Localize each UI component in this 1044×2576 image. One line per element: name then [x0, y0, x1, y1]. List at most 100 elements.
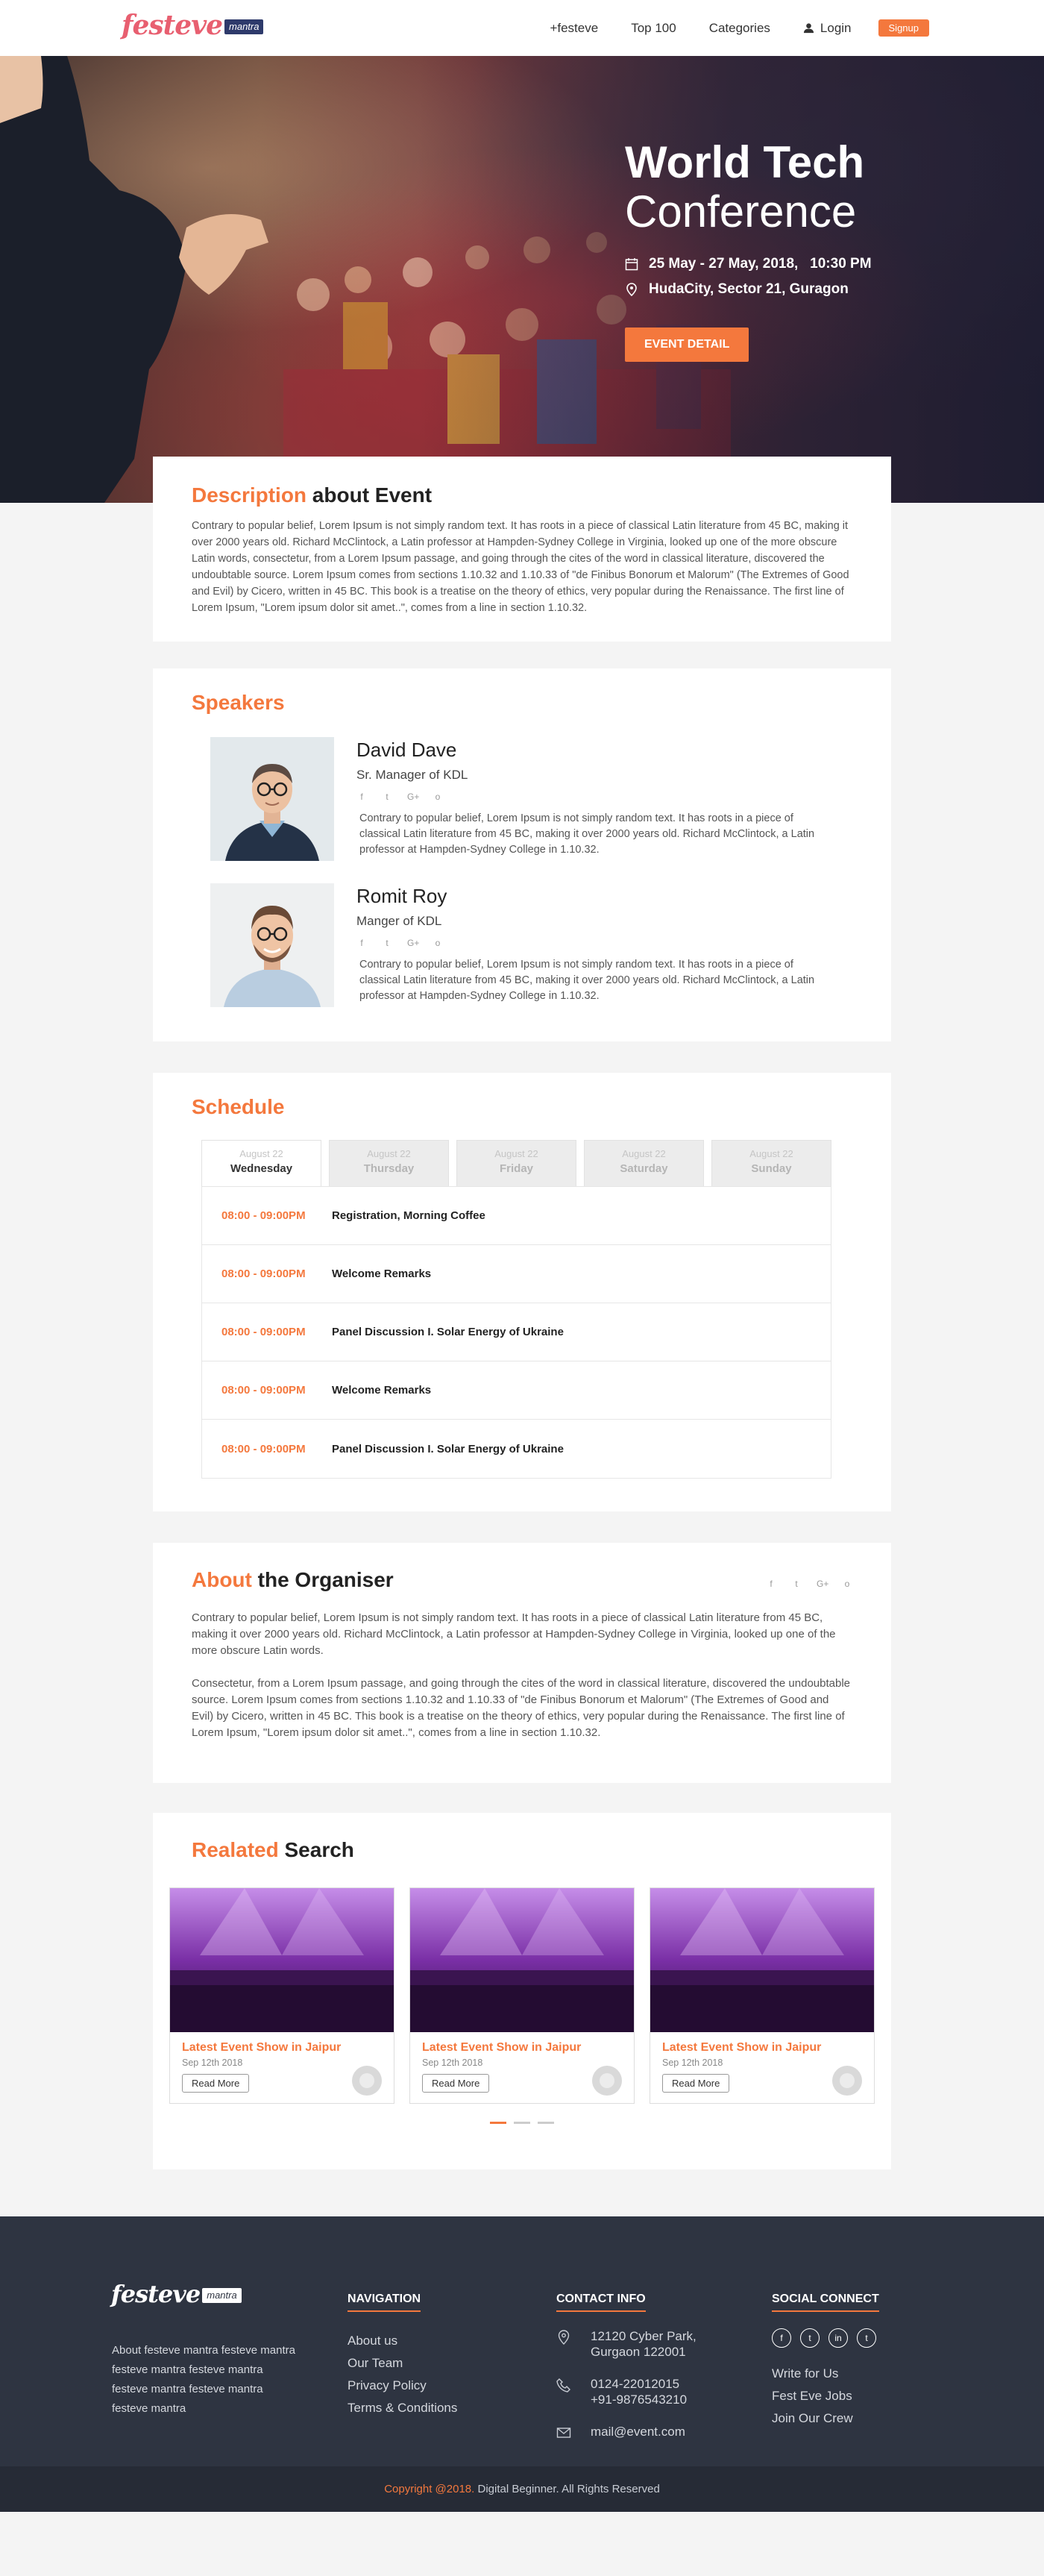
signup-button[interactable]: Signup — [878, 19, 929, 37]
footer-about: About festeve mantra festeve mantra fest… — [112, 2344, 295, 2415]
session-title: Welcome Remarks — [332, 1384, 432, 1397]
hero-content: World Tech Conference 25 May - 27 May, 2… — [625, 138, 872, 362]
twitter-icon[interactable]: t — [857, 2328, 876, 2348]
organiser-paragraph: Contrary to popular belief, Lorem Ipsum … — [192, 1611, 836, 1657]
description-title-rest: about Event — [306, 483, 433, 507]
phone-icon — [556, 2378, 570, 2392]
tab-day: Saturday — [620, 1162, 668, 1175]
tab-thursday[interactable]: August 22 Thursday — [329, 1140, 449, 1186]
speaker-name: Romit Roy — [356, 885, 447, 907]
footer-link-terms[interactable]: Terms & Conditions — [348, 2397, 457, 2419]
facebook-icon[interactable]: f — [356, 938, 367, 948]
session-title: Panel Discussion I. Solar Energy of Ukra… — [332, 1326, 564, 1338]
phone-primary[interactable]: 0124-22012015 — [591, 2376, 687, 2392]
organiser-social-links: f t G+ o — [766, 1579, 852, 1589]
schedule-row: 08:00 - 09:00PM Welcome Remarks — [202, 1245, 831, 1303]
session-title: Registration, Morning Coffee — [332, 1209, 485, 1222]
concert-image — [650, 1888, 874, 2032]
schedule-day-tabs: August 22 Wednesday August 22 Thursday A… — [201, 1140, 852, 1186]
instagram-icon[interactable]: o — [433, 938, 443, 948]
footer-link-privacy[interactable]: Privacy Policy — [348, 2375, 457, 2397]
facebook-icon[interactable]: f — [356, 792, 367, 802]
speaker-portrait-image — [210, 883, 334, 1007]
google-plus-icon[interactable]: G+ — [817, 1579, 828, 1589]
description-text: Contrary to popular belief, Lorem Ipsum … — [192, 520, 849, 614]
speaker-card: David Dave Sr. Manager of KDL f t G+ o C… — [210, 737, 852, 861]
site-logo[interactable]: festeve mantra — [122, 12, 264, 39]
copyright-bar: Copyright @2018. Digital Beginner. All R… — [0, 2466, 1044, 2512]
event-image — [170, 1888, 394, 2032]
session-time: 08:00 - 09:00PM — [221, 1442, 306, 1455]
site-footer: festeve mantra About festeve mantra fest… — [0, 2216, 1044, 2512]
footer-link-team[interactable]: Our Team — [348, 2352, 457, 2375]
carousel-dot[interactable] — [490, 2122, 506, 2124]
footer-link-crew[interactable]: Join Our Crew — [772, 2407, 879, 2430]
login-link[interactable]: Login — [803, 21, 852, 36]
google-plus-icon[interactable]: G+ — [407, 938, 419, 948]
tab-sunday[interactable]: August 22 Sunday — [711, 1140, 831, 1186]
twitter-icon[interactable]: t — [382, 792, 392, 802]
tab-friday[interactable]: August 22 Friday — [456, 1140, 576, 1186]
event-card[interactable]: Latest Event Show in Jaipur Sep 12th 201… — [409, 1887, 635, 2104]
related-events-carousel: Latest Event Show in Jaipur Sep 12th 201… — [169, 1887, 875, 2104]
speaker-name: David Dave — [356, 739, 457, 761]
footer-link-jobs[interactable]: Fest Eve Jobs — [772, 2385, 879, 2407]
twitter-icon[interactable]: t — [800, 2328, 820, 2348]
organiser-title: About the Organiser — [192, 1568, 852, 1592]
tab-date: August 22 — [367, 1148, 411, 1159]
event-card[interactable]: Latest Event Show in Jaipur Sep 12th 201… — [169, 1887, 394, 2104]
event-title: Latest Event Show in Jaipur — [422, 2041, 582, 2054]
event-date: Sep 12th 2018 — [182, 2058, 243, 2068]
contact-phone: 0124-22012015 +91-9876543210 — [556, 2376, 696, 2407]
speaker-bio: Contrary to popular belief, Lorem Ipsum … — [359, 812, 815, 856]
phone-secondary[interactable]: +91-9876543210 — [591, 2392, 687, 2407]
schedule-row: 08:00 - 09:00PM Welcome Remarks — [202, 1361, 831, 1420]
google-plus-icon[interactable]: G+ — [407, 792, 419, 802]
instagram-icon[interactable]: o — [842, 1579, 852, 1589]
footer-link-about[interactable]: About us — [348, 2330, 457, 2352]
hero-banner: World Tech Conference 25 May - 27 May, 2… — [0, 56, 1044, 503]
nav-item-top100[interactable]: Top 100 — [631, 21, 676, 36]
event-date-row: 25 May - 27 May, 2018, 10:30 PM — [625, 256, 872, 272]
copyright-accent: Copyright @2018. — [384, 2483, 475, 2495]
facebook-icon[interactable]: f — [772, 2328, 791, 2348]
email-address[interactable]: mail@event.com — [591, 2424, 685, 2440]
twitter-icon[interactable]: t — [382, 938, 392, 948]
read-more-button[interactable]: Read More — [422, 2074, 490, 2093]
linkedin-icon[interactable]: in — [828, 2328, 848, 2348]
carousel-dot[interactable] — [514, 2122, 530, 2124]
badge-icon — [352, 2066, 382, 2096]
carousel-dots — [169, 2122, 875, 2124]
nav-item-festeve[interactable]: +festeve — [550, 21, 598, 36]
schedule-table: 08:00 - 09:00PM Registration, Morning Co… — [201, 1186, 831, 1479]
speaker-photo — [210, 883, 334, 1007]
speaker-social-links: f t G+ o — [356, 938, 822, 948]
copyright-text: Digital Beginner. All Rights Reserved — [474, 2483, 660, 2495]
read-more-button[interactable]: Read More — [182, 2074, 250, 2093]
tab-wednesday[interactable]: August 22 Wednesday — [201, 1140, 321, 1186]
event-date: Sep 12th 2018 — [422, 2058, 483, 2068]
twitter-icon[interactable]: t — [791, 1579, 802, 1589]
footer-heading: CONTACT INFO — [556, 2293, 646, 2312]
session-title: Panel Discussion I. Solar Energy of Ukra… — [332, 1442, 564, 1455]
event-card[interactable]: Latest Event Show in Jaipur Sep 12th 201… — [650, 1887, 875, 2104]
footer-logo[interactable]: festeve mantra — [111, 2281, 242, 2307]
contact-list: 12120 Cyber Park, Gurgaon 122001 0124-220… — [556, 2328, 696, 2440]
main-nav: +festeve Top 100 Categories Login Signup — [517, 19, 929, 37]
login-label: Login — [820, 20, 852, 35]
tab-saturday[interactable]: August 22 Saturday — [584, 1140, 704, 1186]
schedule-title: Schedule — [192, 1095, 285, 1118]
footer-contact: CONTACT INFO 12120 Cyber Park, Gurgaon 12… — [556, 2293, 696, 2457]
speaker-photo — [210, 737, 334, 861]
nav-item-categories[interactable]: Categories — [709, 21, 770, 36]
facebook-icon[interactable]: f — [766, 1579, 776, 1589]
instagram-icon[interactable]: o — [433, 792, 443, 802]
footer-link-write[interactable]: Write for Us — [772, 2363, 879, 2385]
read-more-button[interactable]: Read More — [662, 2074, 730, 2093]
logo-tag: mantra — [224, 19, 264, 34]
carousel-dot[interactable] — [538, 2122, 554, 2124]
schedule-row: 08:00 - 09:00PM Panel Discussion I. Sola… — [202, 1303, 831, 1361]
site-header: festeve mantra +festeve Top 100 Categori… — [0, 0, 1044, 56]
event-body: Latest Event Show in Jaipur Sep 12th 201… — [650, 2032, 874, 2103]
event-detail-button[interactable]: EVENT DETAIL — [625, 328, 749, 362]
